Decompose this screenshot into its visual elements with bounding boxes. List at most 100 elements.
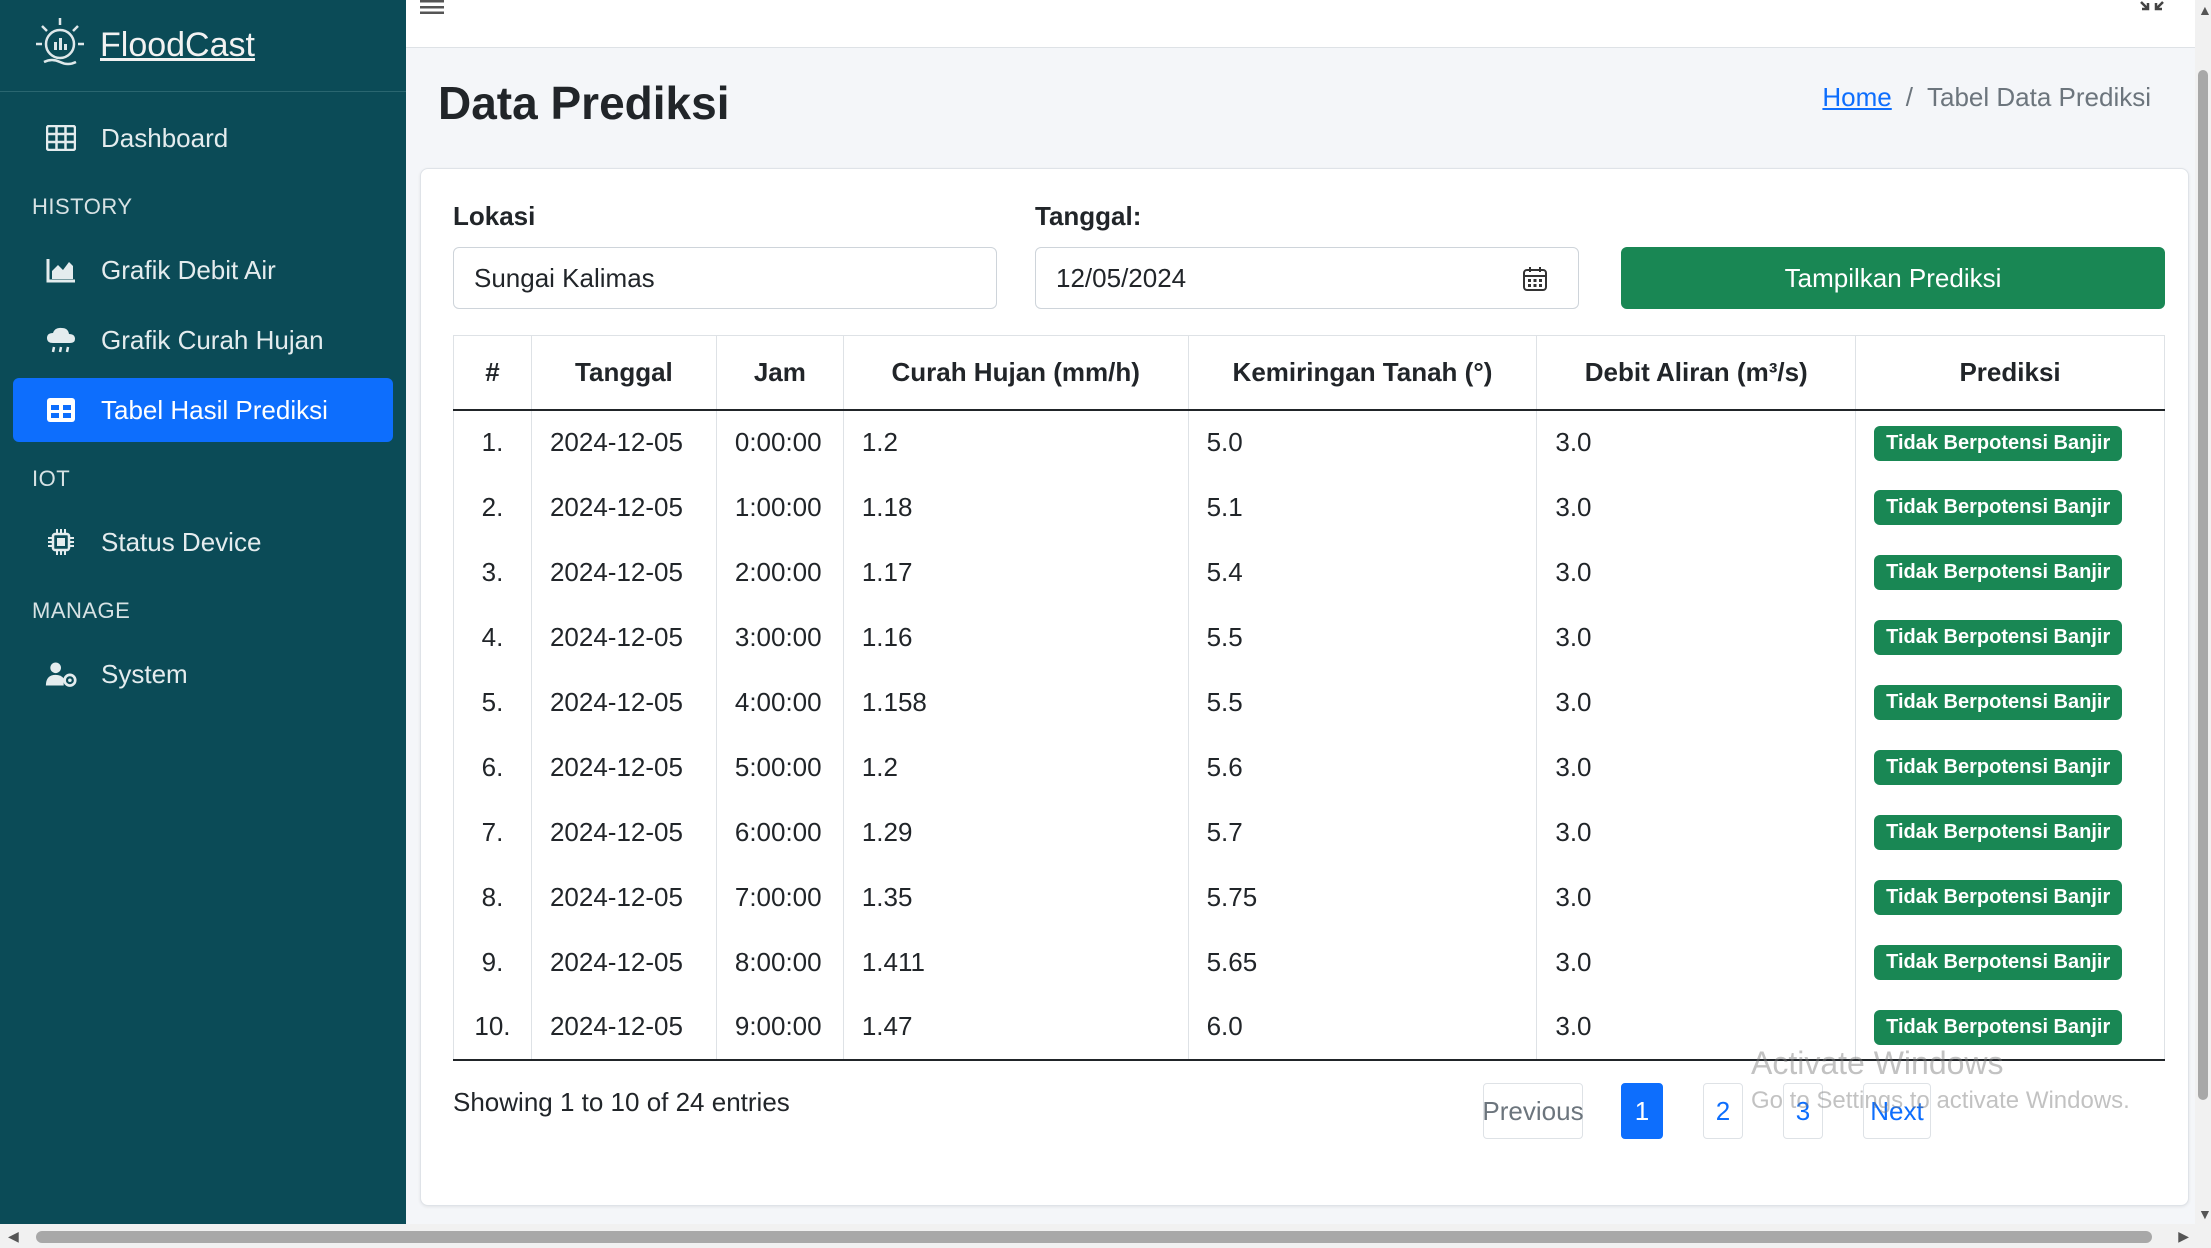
tampilkan-prediksi-button[interactable]: Tampilkan Prediksi [1621, 247, 2165, 309]
table-cell: 8:00:00 [715, 929, 844, 995]
sidebar-item-grafik-curah-hujan[interactable]: Grafik Curah Hujan [13, 308, 393, 372]
status-badge: Tidak Berpotensi Banjir [1874, 945, 2123, 980]
vertical-scrollbar[interactable]: ▲ ▼ [2195, 0, 2211, 1224]
table-cell: 7. [453, 799, 532, 865]
prediction-cell: Tidak Berpotensi Banjir [1855, 669, 2165, 735]
tanggal-value: 12/05/2024 [1056, 262, 1187, 293]
column-header[interactable]: Curah Hujan (mm/h) [842, 335, 1189, 411]
table-cell: 9:00:00 [715, 994, 844, 1061]
prediction-cell: Tidak Berpotensi Banjir [1855, 604, 2165, 670]
vertical-scrollbar-thumb[interactable] [2198, 70, 2208, 1100]
table-cell: 1.158 [842, 669, 1189, 735]
table-row: 8. 2024-12-05 7:00:00 1.35 5.75 3.0 Tidak Berp… [453, 864, 2165, 930]
table-cell: 3.0 [1536, 604, 1857, 670]
table-cell: 3.0 [1536, 409, 1857, 475]
pagination-page-2[interactable]: 2 [1703, 1083, 1743, 1139]
table-cell: 5.65 [1187, 929, 1538, 995]
sidebar-item-dashboard[interactable]: Dashboard [13, 106, 393, 170]
lokasi-value: Sungai Kalimas [474, 262, 655, 293]
nav-header-iot: IOT [32, 466, 71, 491]
table-cell: 5.7 [1187, 799, 1538, 865]
status-badge: Tidak Berpotensi Banjir [1874, 815, 2123, 850]
column-header[interactable]: Prediksi [1855, 335, 2165, 411]
lokasi-label: Lokasi [453, 201, 536, 231]
table-grid-icon [45, 122, 77, 154]
status-badge: Tidak Berpotensi Banjir [1874, 1009, 2123, 1045]
cpu-chip-icon [45, 526, 77, 558]
table-cell: 4. [453, 604, 532, 670]
status-badge: Tidak Berpotensi Banjir [1874, 490, 2123, 525]
table-cell: 7:00:00 [715, 864, 844, 930]
prediction-cell: Tidak Berpotensi Banjir [1855, 409, 2165, 475]
sidebar: FloodCast Dashboard HISTORY Grafik Debit… [0, 0, 406, 1224]
table-row: 3. 2024-12-05 2:00:00 1.17 5.4 3.0 Tidak Berpo… [453, 539, 2165, 605]
pagination-page-1[interactable]: 1 [1621, 1083, 1663, 1139]
column-header[interactable]: Debit Aliran (m³/s) [1536, 335, 1857, 411]
fullscreen-collapse-icon[interactable] [2139, 0, 2165, 16]
table-cell: 3.0 [1536, 734, 1857, 800]
page-title: Data Prediksi [438, 77, 730, 129]
table-cell: 5.5 [1187, 604, 1538, 670]
table-cell: 1.18 [842, 474, 1189, 540]
sidebar-item-status-device[interactable]: Status Device [13, 510, 393, 574]
table-cell: 6:00:00 [715, 799, 844, 865]
table-cell: 1.2 [842, 734, 1189, 800]
table-cell: 1.35 [842, 864, 1189, 930]
table-cell: 2024-12-05 [530, 799, 717, 865]
sidebar-item-label: Status Device [101, 526, 262, 557]
column-header[interactable]: Tanggal [530, 335, 717, 411]
table-cell: 5. [453, 669, 532, 735]
table-row: 5. 2024-12-05 4:00:00 1.158 5.5 3.0 Tidak Berp… [453, 669, 2165, 735]
sidebar-item-grafik-debit-air[interactable]: Grafik Debit Air [13, 238, 393, 302]
table-cell: 1.29 [842, 799, 1189, 865]
table-cell: 1.47 [842, 994, 1189, 1061]
table-cell: 0:00:00 [715, 409, 844, 475]
table-cell: 9. [453, 929, 532, 995]
scroll-left-arrow-icon[interactable]: ◀ [8, 1228, 19, 1245]
table-cell: 5.6 [1187, 734, 1538, 800]
scroll-right-arrow-icon[interactable]: ▶ [2178, 1228, 2189, 1245]
status-badge: Tidak Berpotensi Banjir [1874, 685, 2123, 720]
prediction-cell: Tidak Berpotensi Banjir [1855, 474, 2165, 540]
table-cell: 2024-12-05 [530, 864, 717, 930]
horizontal-scrollbar[interactable]: ◀ ▶ [0, 1224, 2211, 1248]
table-cell: 5.5 [1187, 669, 1538, 735]
pagination-previous[interactable]: Previous [1482, 1083, 1584, 1139]
sidebar-item-label: Grafik Curah Hujan [101, 324, 324, 355]
table-row: 6. 2024-12-05 5:00:00 1.2 5.6 3.0 Tidak Berpot… [453, 734, 2165, 800]
scroll-down-arrow-icon[interactable]: ▼ [2198, 1206, 2211, 1222]
status-badge: Tidak Berpotensi Banjir [1874, 880, 2123, 915]
sidebar-item-label: Tabel Hasil Prediksi [101, 394, 328, 425]
calendar-icon[interactable] [1522, 266, 1548, 292]
table-cell: 2024-12-05 [530, 994, 717, 1061]
lokasi-select[interactable]: Sungai Kalimas [453, 247, 997, 309]
horizontal-scrollbar-thumb[interactable] [36, 1231, 2152, 1243]
column-header[interactable]: Kemiringan Tanah (°) [1187, 335, 1538, 411]
table-cell: 1.411 [842, 929, 1189, 995]
table-cell: 2:00:00 [715, 539, 844, 605]
table-cell: 10. [453, 994, 532, 1061]
floodcast-logo-icon [36, 18, 84, 66]
status-badge: Tidak Berpotensi Banjir [1874, 425, 2123, 461]
sidebar-item-tabel-hasil-prediksi[interactable]: Tabel Hasil Prediksi [13, 378, 393, 442]
table-cell: 3. [453, 539, 532, 605]
table-cell: 6. [453, 734, 532, 800]
table-row: 9. 2024-12-05 8:00:00 1.411 5.65 3.0 Tidak Ber… [453, 929, 2165, 995]
table-cell: 3.0 [1536, 474, 1857, 540]
table-cell: 2024-12-05 [530, 409, 717, 475]
scroll-up-arrow-icon[interactable]: ▲ [2198, 2, 2211, 18]
brand-name[interactable]: FloodCast [100, 26, 255, 65]
hamburger-menu-icon[interactable] [420, 0, 444, 14]
brand[interactable]: FloodCast [0, 0, 406, 92]
table-cell: 1. [453, 409, 532, 475]
column-header[interactable]: Jam [715, 335, 844, 411]
tanggal-date-input[interactable]: 12/05/2024 [1035, 247, 1579, 309]
status-badge: Tidak Berpotensi Banjir [1874, 555, 2123, 590]
breadcrumb-home-link[interactable]: Home [1822, 82, 1891, 113]
column-header[interactable]: # [453, 335, 532, 411]
sidebar-item-system[interactable]: System [13, 642, 393, 706]
table-row: 4. 2024-12-05 3:00:00 1.16 5.5 3.0 Tidak Berpo… [453, 604, 2165, 670]
main-content: Data Prediksi Home / Tabel Data Prediksi… [406, 0, 2195, 1224]
table-cell: 5.75 [1187, 864, 1538, 930]
table-cell: 3.0 [1536, 799, 1857, 865]
